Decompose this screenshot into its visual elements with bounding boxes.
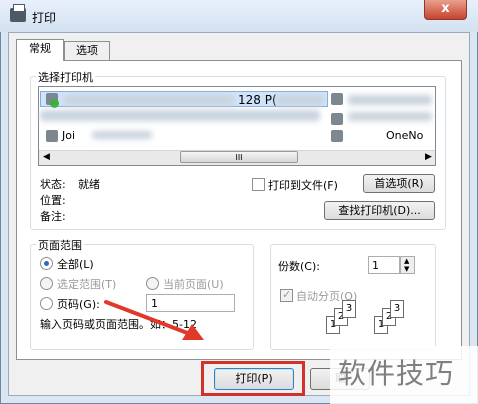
printer-name-blur (348, 112, 432, 121)
range-all-radio[interactable] (40, 257, 53, 270)
printer-name-blur (64, 95, 234, 105)
close-button[interactable]: x (424, 0, 467, 20)
copies-spinner[interactable]: ▲ ▼ (400, 256, 415, 274)
printer-group-label: 选择打印机 (36, 69, 95, 85)
printer-icon (46, 130, 58, 142)
printer-item-name: OneNo (386, 129, 424, 142)
preferences-button[interactable]: 首选项(R) (363, 174, 435, 193)
tab-general-label: 常规 (29, 42, 51, 55)
printer-icon (331, 113, 343, 125)
page-range-label: 页面范围 (36, 237, 84, 253)
range-pages-label: 页码(G): (57, 298, 100, 311)
scroll-right-icon[interactable]: ▶ (425, 152, 432, 162)
tab-options[interactable]: 选项 (64, 41, 110, 61)
watermark-text: 软件技巧 (338, 357, 455, 390)
find-printer-button[interactable]: 查找打印机(D)... (324, 201, 435, 220)
printer-name-blur (92, 131, 152, 139)
printer-icon (331, 130, 343, 142)
copies-label: 份数(C): (278, 260, 320, 273)
scroll-thumb-grip: III (235, 153, 243, 162)
range-all-label: 全部(L) (57, 258, 94, 271)
printer-item-name: Joi (62, 129, 76, 142)
printer-name-blur (276, 95, 324, 105)
scroll-left-icon[interactable]: ◀ (43, 152, 50, 162)
annotation-arrow (104, 300, 204, 340)
check-icon (50, 99, 59, 108)
tab-general[interactable]: 常规 (16, 39, 64, 61)
spin-up-icon[interactable]: ▲ (404, 257, 409, 265)
title-bar[interactable] (0, 0, 478, 32)
collate-sheet: 3 (342, 300, 356, 318)
printer-name-blur (40, 110, 320, 121)
range-selection-radio[interactable] (40, 277, 53, 290)
printer-icon (331, 93, 343, 105)
status-label: 状态: (40, 178, 66, 191)
printer-name-blur (348, 95, 432, 105)
copies-input[interactable]: 1 (368, 256, 400, 274)
range-current-page-label: 当前页面(U) (163, 278, 224, 291)
location-label: 位置: (40, 194, 66, 207)
arrow-shaft (104, 300, 192, 336)
scroll-thumb[interactable]: III (180, 151, 298, 163)
print-to-file-label: 打印到文件(F) (268, 179, 338, 192)
window-title: 打印 (32, 11, 57, 25)
printer-icon (10, 4, 26, 22)
print-button[interactable]: 打印(P) (214, 368, 294, 390)
spin-down-icon[interactable]: ▼ (404, 265, 409, 273)
status-value: 就绪 (78, 178, 100, 191)
print-to-file-checkbox[interactable] (252, 178, 265, 191)
copies-input-value: 1 (372, 259, 379, 272)
range-pages-radio[interactable] (40, 297, 53, 310)
comment-label: 备注: (40, 210, 66, 223)
collate-checkbox[interactable]: ✓ (280, 288, 293, 302)
collate-sheet: 3 (390, 300, 404, 318)
range-selection-label: 选定范围(T) (57, 278, 117, 291)
range-current-page-radio[interactable] (146, 277, 159, 290)
tab-options-label: 选项 (76, 44, 98, 57)
printer-item-name: 128 P( (238, 93, 277, 107)
